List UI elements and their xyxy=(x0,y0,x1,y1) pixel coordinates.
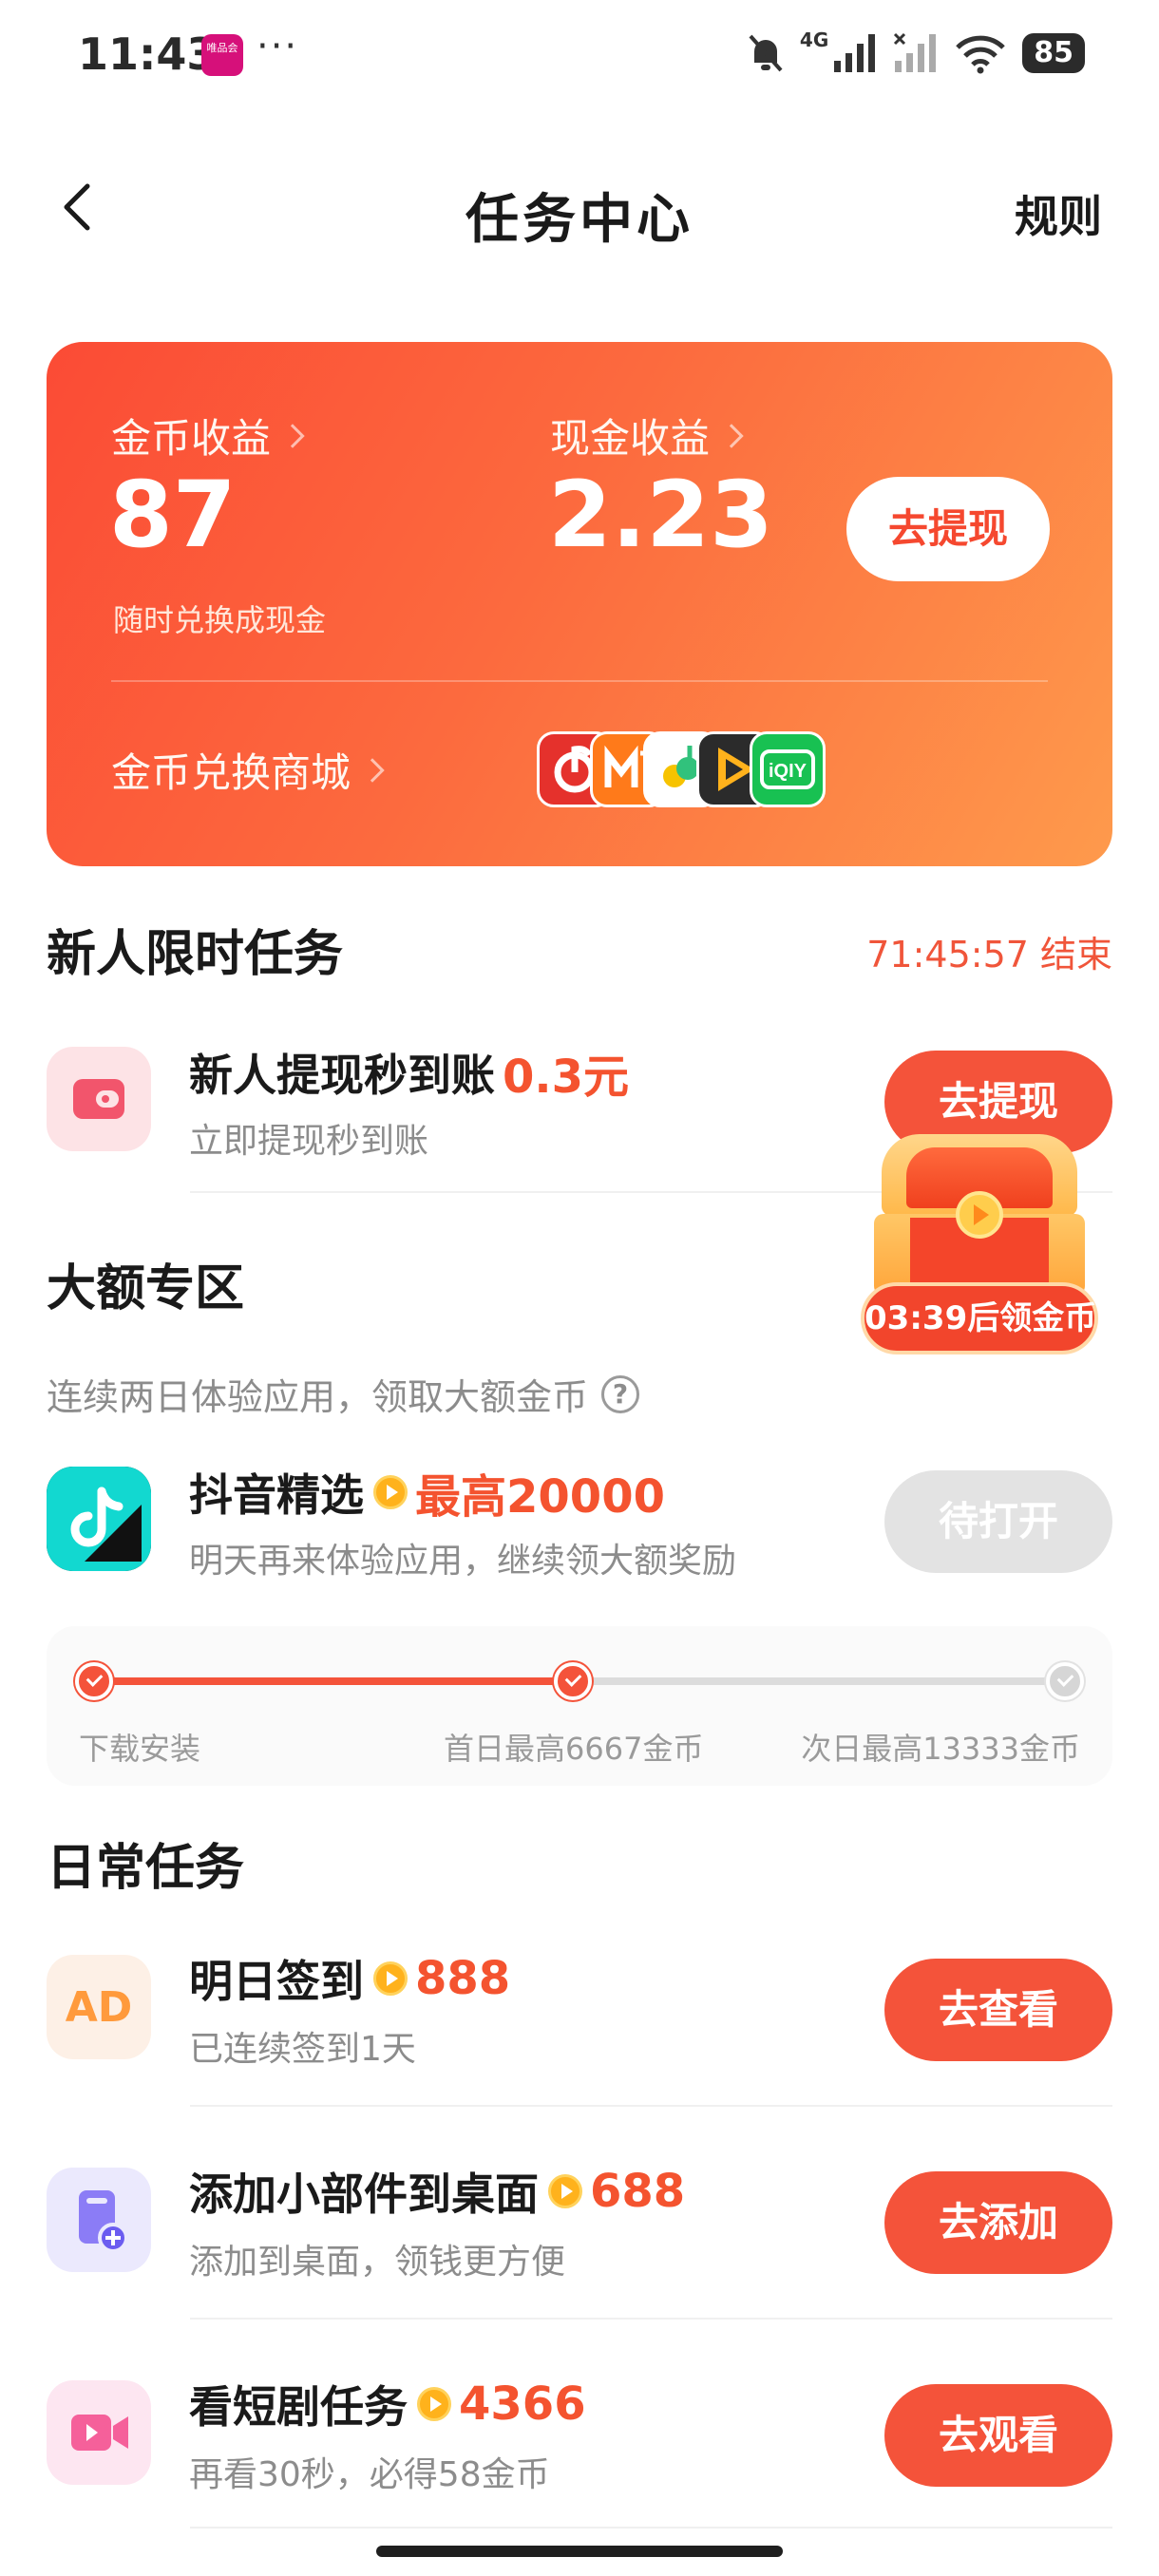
big-zone-desc: 连续两日体验应用，领取大额金币 xyxy=(47,1376,589,1418)
cash-earnings-label: 现金收益 xyxy=(550,415,711,462)
watch-drama-button[interactable]: 去观看 xyxy=(884,2384,1112,2487)
coin-icon xyxy=(548,2174,582,2208)
task-desc: 立即提现秒到账 xyxy=(189,1122,429,1161)
task-name: 看短剧任务 xyxy=(189,2381,408,2433)
task-title: 添加小部件到桌面 688 xyxy=(189,2160,685,2223)
rules-link[interactable]: 规则 xyxy=(1015,182,1102,245)
iqiyi-icon: iQIY xyxy=(750,731,826,807)
coin-icon xyxy=(373,1961,408,1996)
status-icons: 4G 85 xyxy=(747,28,1085,78)
progress-step-2-label: 首日最高6667金币 xyxy=(444,1731,704,1767)
chest-play-icon xyxy=(956,1191,1003,1239)
status-bar: 11:43 唯品会 ··· 4G 85 xyxy=(0,0,1159,114)
svg-text:AD: AD xyxy=(66,1983,133,2032)
progress-step-3-label: 次日最高13333金币 xyxy=(801,1731,1080,1767)
task-desc: 再看30秒，必得58金币 xyxy=(189,2455,550,2494)
more-notifications-icon: ··· xyxy=(256,25,299,68)
coin-icon xyxy=(417,2387,451,2421)
chevron-right-icon xyxy=(360,757,385,783)
page-header: 任务中心 规则 xyxy=(0,161,1159,256)
task-row-douyin: 抖音精选 最高20000 明天再来体验应用，继续领大额奖励 待打开 xyxy=(47,1457,1112,1590)
daily-section-title: 日常任务 xyxy=(47,1840,245,1897)
progress-step-1-check-icon xyxy=(75,1662,113,1700)
task-reward: 888 xyxy=(415,1952,511,2005)
task-desc: 明天再来体验应用，继续领大额奖励 xyxy=(189,1542,737,1581)
task-reward: 0.3元 xyxy=(503,1051,630,1104)
big-zone-desc-row: 连续两日体验应用，领取大额金币 ? xyxy=(47,1368,640,1420)
mall-app-icons[interactable]: iQIY xyxy=(537,731,826,807)
douyin-app-icon xyxy=(47,1467,151,1571)
divider xyxy=(190,2527,1112,2529)
experience-progress: 下载安装 首日最高6667金币 次日最高13333金币 xyxy=(47,1626,1112,1786)
signal-strength-icon xyxy=(834,34,876,72)
task-title: 明日签到 888 xyxy=(189,1947,510,2010)
progress-step-2-check-icon xyxy=(554,1662,592,1700)
task-desc: 已连续签到1天 xyxy=(189,2030,416,2069)
task-title: 看短剧任务 4366 xyxy=(189,2373,586,2435)
task-name: 新人提现秒到账 xyxy=(189,1050,495,1101)
task-row-widget: 添加小部件到桌面 688 添加到桌面，领钱更方便 去添加 xyxy=(47,2158,1112,2291)
task-reward: 最高20000 xyxy=(415,1470,665,1524)
coin-mall-link[interactable]: 金币兑换商城 xyxy=(111,741,385,799)
cash-earnings-value: 2.23 xyxy=(548,462,773,568)
progress-step-3-check-icon xyxy=(1046,1662,1084,1700)
progress-fill xyxy=(96,1677,573,1685)
coin-earnings-sub: 随时兑换成现金 xyxy=(113,602,327,638)
battery-level: 85 xyxy=(1022,33,1085,73)
svg-text:iQIY: iQIY xyxy=(769,761,808,782)
status-time: 11:43 xyxy=(78,28,218,80)
coin-mall-label: 金币兑换商城 xyxy=(111,749,352,796)
help-question-icon[interactable]: ? xyxy=(601,1374,640,1413)
earnings-card: 金币收益 87 随时兑换成现金 现金收益 2.23 去提现 金币兑换商城 iQI… xyxy=(47,342,1112,866)
douyin-open-button[interactable]: 待打开 xyxy=(884,1470,1112,1573)
newbie-countdown: 71:45:57 结束 xyxy=(866,934,1112,975)
coin-earnings-value: 87 xyxy=(109,462,237,568)
newbie-section-title: 新人限时任务 xyxy=(47,926,344,983)
task-name: 抖音精选 xyxy=(189,1469,364,1521)
coin-earnings-label: 金币收益 xyxy=(111,415,272,462)
coin-icon xyxy=(373,1475,408,1509)
network-4g-label: 4G xyxy=(799,28,829,51)
big-zone-title: 大额专区 xyxy=(47,1260,245,1317)
wifi-icon xyxy=(956,35,1006,74)
task-name: 添加小部件到桌面 xyxy=(189,2169,539,2220)
cash-earnings-link[interactable]: 现金收益 xyxy=(550,407,744,464)
task-title: 新人提现秒到账 0.3元 xyxy=(189,1039,629,1106)
task-title: 抖音精选 最高20000 xyxy=(189,1459,665,1525)
chevron-right-icon xyxy=(280,423,305,448)
task-row-short-drama: 看短剧任务 4366 再看30秒，必得58金币 去观看 xyxy=(47,2371,1112,2504)
progress-step-1-label: 下载安装 xyxy=(79,1731,201,1767)
treasure-chest-widget[interactable]: 03:39后领金币 xyxy=(861,1127,1098,1364)
mute-bell-icon xyxy=(749,34,783,72)
task-reward: 688 xyxy=(590,2165,686,2218)
vip-app-badge-icon: 唯品会 xyxy=(201,34,243,76)
task-row-signin: AD 明日签到 888 已连续签到1天 去查看 xyxy=(47,1945,1112,2078)
chest-timer: 03:39后领金币 xyxy=(861,1282,1098,1354)
divider xyxy=(190,2318,1112,2320)
task-name: 明日签到 xyxy=(189,1956,364,2007)
video-camera-icon xyxy=(47,2380,151,2485)
signal-no-service-icon xyxy=(894,32,937,72)
signin-view-button[interactable]: 去查看 xyxy=(884,1959,1112,2061)
withdraw-button[interactable]: 去提现 xyxy=(846,477,1050,581)
page-title: 任务中心 xyxy=(466,189,694,251)
card-divider xyxy=(111,680,1048,682)
task-desc: 添加到桌面，领钱更方便 xyxy=(189,2243,566,2282)
chevron-right-icon xyxy=(719,423,744,448)
ad-icon: AD xyxy=(47,1955,151,2059)
task-reward: 4366 xyxy=(459,2377,586,2431)
add-widget-button[interactable]: 去添加 xyxy=(884,2171,1112,2274)
coin-earnings-link[interactable]: 金币收益 xyxy=(111,407,305,464)
wallet-icon xyxy=(47,1047,151,1151)
add-widget-icon xyxy=(47,2168,151,2272)
home-indicator[interactable] xyxy=(376,2546,783,2557)
divider xyxy=(190,2105,1112,2107)
